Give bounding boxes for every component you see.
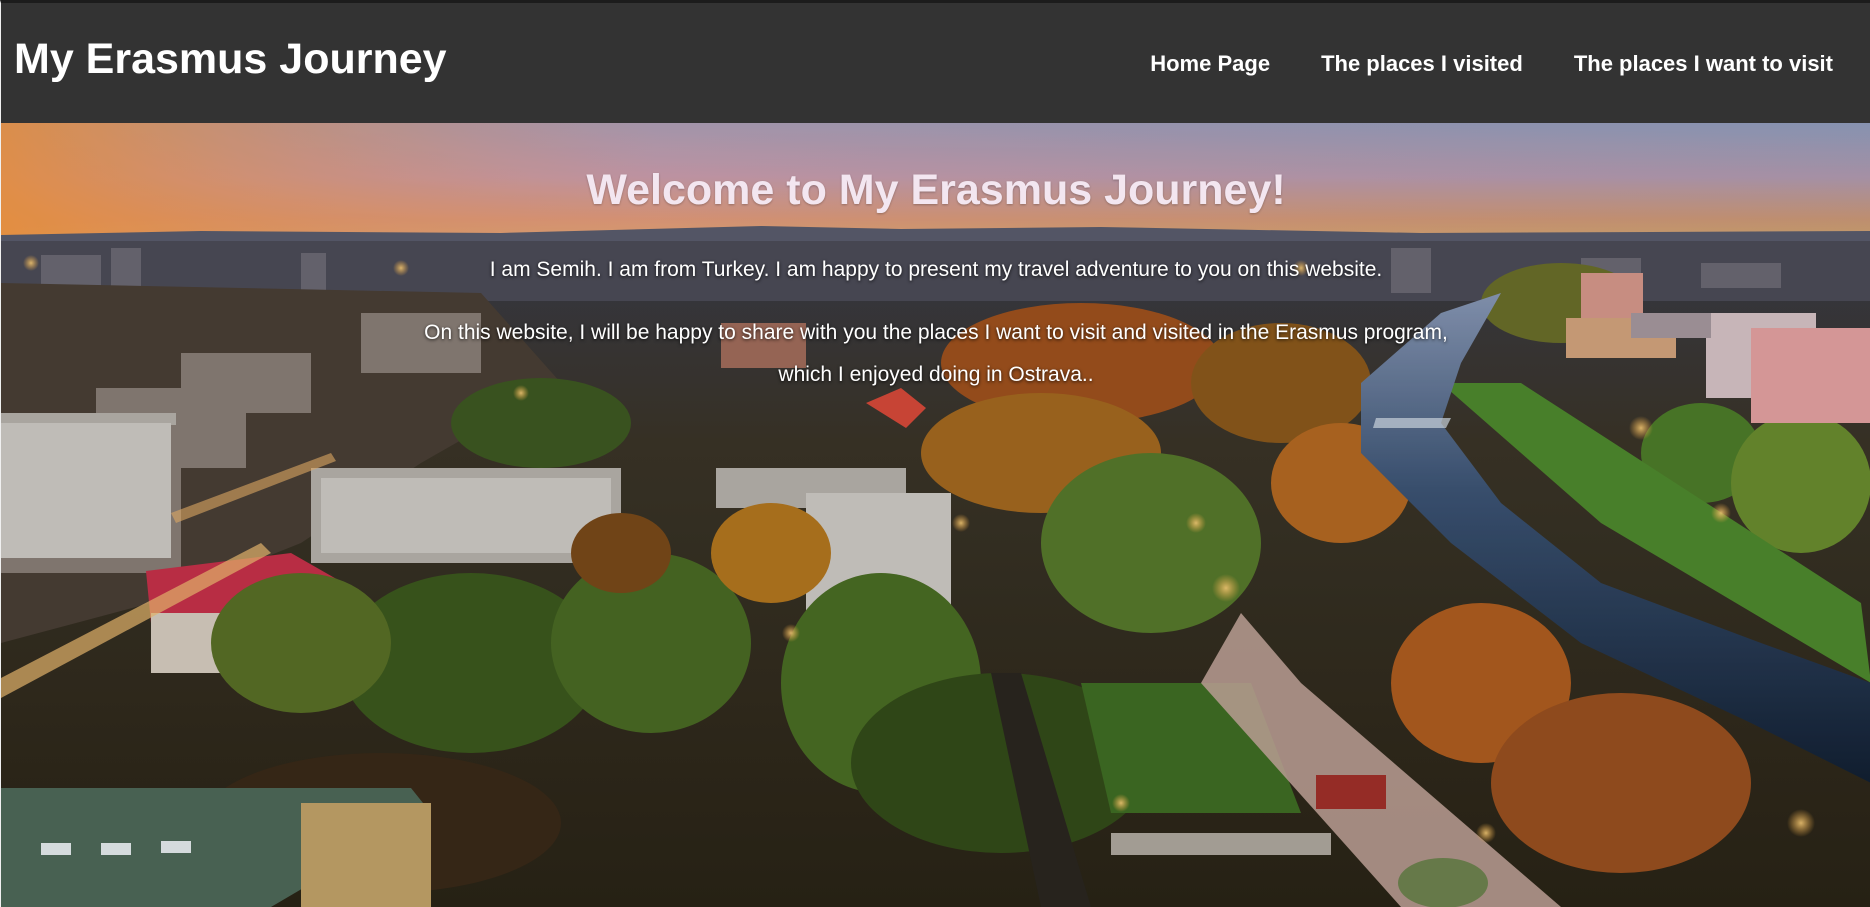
description-line-2: which I enjoyed doing in Ostrava.. [778,363,1094,386]
intro-text: I am Semih. I am from Turkey. I am happy… [489,258,1383,281]
navbar: My Erasmus Journey Home Page The places … [0,0,1870,123]
ostrava-city-background-image [1,123,1870,907]
main-nav: Home Page The places I visited The place… [1150,50,1833,78]
nav-places-want-to-visit[interactable]: The places I want to visit [1574,50,1833,78]
nav-places-visited[interactable]: The places I visited [1321,50,1523,78]
hero-section: Welcome to My Erasmus Journey! I am Semi… [0,123,1870,907]
page: My Erasmus Journey Home Page The places … [0,0,1870,907]
description-line-1: On this website, I will be happy to shar… [424,321,1448,344]
site-title: My Erasmus Journey [14,35,447,83]
welcome-heading: Welcome to My Erasmus Journey! [586,166,1286,214]
nav-home-page[interactable]: Home Page [1150,50,1270,78]
